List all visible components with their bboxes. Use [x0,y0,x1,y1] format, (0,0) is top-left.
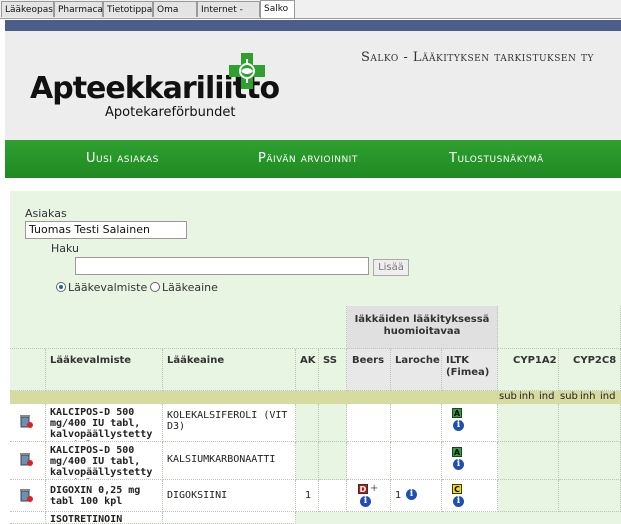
substance-cell: KALSIUMKARBONAATTI [163,442,296,480]
ind-label: ind [600,391,616,402]
top-band [5,20,621,31]
ind-label: ind [539,391,555,402]
beers-badge: D [358,484,368,494]
product-cell[interactable]: DIGOXIN 0,25 mg tabl 100 kpl [46,480,163,512]
col-iltk[interactable]: ILTK (Fimea) [442,349,498,391]
substance-cell: KOLEKALSIFEROLI (VIT D3) [163,404,296,442]
asiakas-label: Asiakas [25,207,67,220]
product-cell[interactable]: ISOTRETINOIN [46,512,163,524]
iltk-badge: A [452,408,462,418]
inh-label: inh [580,391,596,402]
sub-label: sub [560,391,578,402]
col-beers[interactable]: Beers [347,349,391,391]
sub-label: sub [499,391,517,402]
col-ak[interactable]: AK [296,349,319,391]
radio-laakevalmiste[interactable] [56,282,66,292]
tab-laakeopas[interactable]: Lääkeopas [1,1,54,17]
ak-value: 1 [305,490,312,501]
nav-paivan-arvioinnit[interactable]: Päivän arvioinnit [258,151,358,166]
info-icon[interactable]: i [360,496,371,507]
radio-laakevalmiste-label: Lääkevalmiste [68,281,148,294]
iltk-badge: C [452,484,462,494]
delete-icon[interactable] [19,414,33,428]
radio-laakeaine[interactable] [150,282,160,292]
info-icon[interactable]: i [453,420,464,431]
add-button[interactable]: Lisää [373,259,409,276]
col-laroche[interactable]: Laroche [391,349,442,391]
pharmacy-cross-icon [229,53,265,89]
laroche-value: 1 [395,490,402,501]
tab-internet-haku[interactable]: Internet -haku [197,1,260,31]
tab-bar: Lääkeopas Pharmaca Tietotippa Oma info I… [0,0,621,31]
product-cell[interactable]: KALCIPOS-D 500 mg/400 IU tabl, kalvopääl… [46,442,163,480]
iltk-badge: A [452,447,462,457]
group-header: Iäkkäiden lääkityksessä huomioitavaa [354,314,490,337]
info-icon[interactable]: i [406,489,417,500]
tab-salko[interactable]: Salko [260,0,295,18]
page-header: Apteekkariliitto Apotekareförbundet Salk… [5,31,621,140]
app-title: Salko - Lääkityksen tarkistuksen ty [361,50,594,65]
product-cell[interactable]: KALCIPOS-D 500 mg/400 IU tabl, kalvopääl… [46,404,163,442]
haku-label: Haku [51,242,80,255]
nav-tulostusnakyma[interactable]: Tulostusnäkymä [449,151,544,166]
delete-icon[interactable] [19,452,33,466]
info-icon[interactable]: i [453,459,464,470]
col-ss[interactable]: SS [319,349,347,391]
beers-plus: + [370,483,379,494]
col-substance[interactable]: Lääkeaine [163,349,296,391]
col-cyp2c8[interactable]: CYP2C8 [559,349,621,391]
col-cyp1a2[interactable]: CYP1A2 [498,349,559,391]
search-input[interactable] [75,257,369,275]
inh-label: inh [519,391,535,402]
col-product[interactable]: Lääkevalmiste [46,349,163,391]
tab-tietotippa[interactable]: Tietotippa [103,1,153,17]
substance-cell: DIGOKSIINI [163,480,296,512]
radio-laakeaine-label: Lääkeaine [162,281,218,294]
logo-subtitle: Apotekareförbundet [105,105,236,120]
tab-oma-info[interactable]: Oma info [153,1,197,31]
nav-uusi-asiakas[interactable]: Uusi asiakas [86,151,159,166]
asiakas-field[interactable]: Tuomas Testi Salainen [25,221,187,239]
medication-table: Iäkkäiden lääkityksessä huomioitavaa Lää… [10,306,621,524]
main-nav: Uusi asiakas Päivän arvioinnit Tulostusn… [5,140,621,178]
customer-form: Asiakas Tuomas Testi Salainen Haku Lisää… [10,191,621,306]
delete-icon[interactable] [19,488,33,502]
info-icon[interactable]: i [453,496,464,507]
group-header-cell: Iäkkäiden lääkityksessä huomioitavaa [347,306,498,349]
tab-pharmaca[interactable]: Pharmaca [54,1,103,17]
